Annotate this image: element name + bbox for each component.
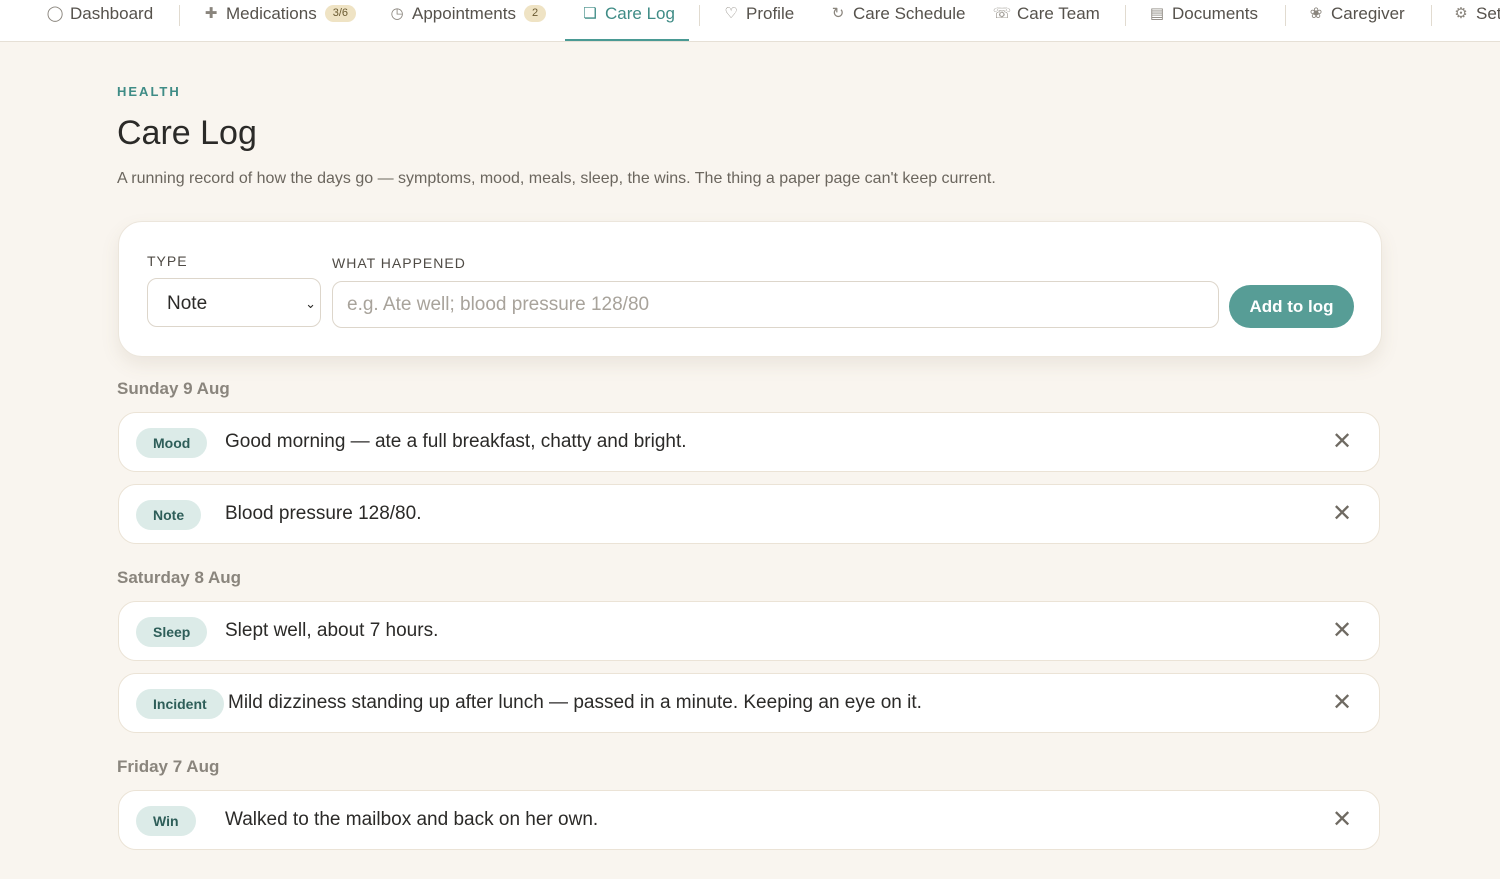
what-happened-label: WHAT HAPPENED — [332, 255, 466, 271]
nav-divider — [1285, 5, 1286, 26]
entry-text: Mild dizziness standing up after lunch —… — [228, 692, 922, 713]
nav-divider — [699, 5, 700, 26]
nav-divider — [179, 5, 180, 26]
nav-label: Care Log — [605, 4, 675, 23]
day-heading: Friday 7 Aug — [117, 757, 220, 776]
nav-label: Dashboard — [70, 4, 154, 23]
day-heading: Sunday 9 Aug — [117, 379, 230, 398]
delete-entry-icon[interactable]: ✕ — [1327, 499, 1357, 529]
page-subtitle: A running record of how the days go — sy… — [117, 170, 996, 187]
nav-label: Set — [1476, 4, 1500, 23]
nav-item-care-log[interactable]: ❏ Care Log — [565, 0, 689, 41]
top-nav: ◯ Dashboard ✚ Medications 3/6 ◷ Appointm… — [0, 0, 1500, 42]
nav-item-profile[interactable]: ♡ Profile — [720, 0, 794, 41]
type-select-value: Note — [167, 293, 208, 314]
entry-type-tag: Mood — [136, 428, 208, 458]
log-entry: Note Blood pressure 128/80. ✕ — [118, 484, 1380, 544]
entry-text: Good morning — ate a full breakfast, cha… — [225, 431, 687, 452]
nav-divider — [1431, 5, 1432, 26]
nav-item-settings[interactable]: ⚙ Set — [1450, 0, 1500, 41]
gear-icon: ⚙ — [1454, 5, 1468, 22]
entry-text: Slept well, about 7 hours. — [225, 620, 439, 641]
nav-item-dashboard[interactable]: ◯ Dashboard — [44, 0, 154, 41]
nav-label: Medications — [226, 4, 317, 23]
medications-count-badge: 3/6 — [324, 5, 357, 22]
circle-icon: ◯ — [46, 5, 64, 22]
log-entry: Incident Mild dizziness standing up afte… — [118, 673, 1380, 733]
nav-label: Documents — [1172, 4, 1258, 23]
clock-icon: ◷ — [390, 5, 404, 22]
entry-type-tag: Incident — [136, 689, 224, 719]
section-eyebrow: HEALTH — [117, 84, 181, 99]
nav-divider — [1125, 5, 1126, 26]
nav-item-care-schedule[interactable]: ↻ Care Schedule — [827, 0, 966, 41]
plus-icon: ✚ — [204, 5, 218, 22]
delete-entry-icon[interactable]: ✕ — [1327, 427, 1357, 457]
heart-icon: ♡ — [724, 5, 738, 22]
page-title: Care Log — [117, 114, 257, 152]
entry-type-tag: Sleep — [136, 617, 208, 647]
notebook-icon: ❏ — [583, 5, 597, 22]
type-label: TYPE — [147, 253, 188, 269]
type-select[interactable]: Note ⌄ — [147, 278, 321, 327]
entry-text: Walked to the mailbox and back on her ow… — [225, 809, 599, 830]
log-entry: Mood Good morning — ate a full breakfast… — [118, 412, 1380, 472]
log-entry: Sleep Slept well, about 7 hours. ✕ — [118, 601, 1380, 661]
delete-entry-icon[interactable]: ✕ — [1327, 616, 1357, 646]
nav-label: Care Team — [1017, 4, 1100, 23]
nav-label: Caregiver — [1331, 4, 1405, 23]
nav-item-appointments[interactable]: ◷ Appointments 2 — [386, 0, 547, 41]
entry-type-tag: Note — [136, 500, 202, 530]
nav-item-caregiver[interactable]: ❀ Caregiver — [1305, 0, 1405, 41]
flower-icon: ❀ — [1309, 5, 1323, 22]
phone-icon: ☏ — [992, 5, 1012, 22]
nav-label: Appointments — [412, 4, 516, 23]
nav-item-care-team[interactable]: ☏ Care Team — [991, 0, 1100, 41]
log-entry: Win Walked to the mailbox and back on he… — [118, 790, 1380, 850]
entry-type-tag: Win — [136, 806, 196, 836]
add-entry-card: TYPE WHAT HAPPENED Note ⌄ Add to log — [118, 221, 1382, 357]
nav-item-medications[interactable]: ✚ Medications 3/6 — [200, 0, 357, 41]
nav-item-documents[interactable]: ▤ Documents — [1146, 0, 1258, 41]
what-happened-input[interactable] — [332, 281, 1219, 328]
chevron-down-icon: ⌄ — [305, 296, 316, 311]
entry-text: Blood pressure 128/80. — [225, 503, 422, 524]
appointments-count-badge: 2 — [523, 5, 547, 22]
document-icon: ▤ — [1149, 5, 1165, 22]
nav-label: Profile — [746, 4, 795, 23]
day-heading: Saturday 8 Aug — [117, 568, 242, 587]
nav-label: Care Schedule — [853, 4, 966, 23]
cycle-icon: ↻ — [831, 5, 845, 22]
add-to-log-button[interactable]: Add to log — [1229, 285, 1354, 328]
delete-entry-icon[interactable]: ✕ — [1327, 805, 1357, 835]
delete-entry-icon[interactable]: ✕ — [1327, 688, 1357, 718]
